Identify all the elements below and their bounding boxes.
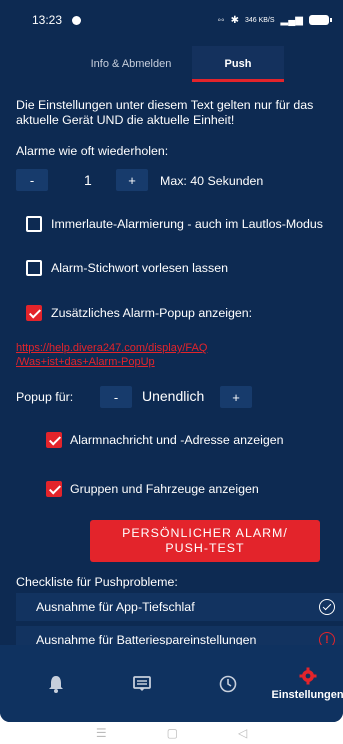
- gruppen-label: Gruppen und Fahrzeuge anzeigen: [70, 482, 259, 496]
- nav-alarms[interactable]: [28, 645, 84, 722]
- tab-push[interactable]: Push: [192, 46, 284, 82]
- checklist-item-tiefschlaf[interactable]: Ausnahme für App-Tiefschlaf: [16, 593, 343, 621]
- repeat-value: 1: [84, 172, 92, 188]
- check-circle-icon: [319, 599, 335, 615]
- popup-increment-button[interactable]: +: [220, 386, 252, 408]
- stichwort-label: Alarm-Stichwort vorlesen lassen: [51, 261, 228, 275]
- network-speed: 346 KB/S: [244, 16, 275, 24]
- vibrate-icon: ◦◦: [217, 14, 225, 26]
- immerlaute-checkbox[interactable]: [26, 216, 42, 232]
- app-screen: 13:23 ◦◦ ✱ 346 KB/S ▂▄▆ Info & Abmelden …: [0, 0, 343, 722]
- push-test-button[interactable]: PERSÖNLICHER ALARM/ PUSH-TEST: [90, 520, 320, 562]
- repeat-max-text: Max: 40 Sekunden: [160, 174, 264, 188]
- phone-frame: 13:23 ◦◦ ✱ 346 KB/S ▂▄▆ Info & Abmelden …: [0, 0, 343, 744]
- help-link[interactable]: https://help.divera247.com/display/FAQ /…: [16, 341, 316, 369]
- system-navigation-bar: ☰ ▢ ◁: [0, 722, 343, 744]
- repeat-decrement-button[interactable]: -: [16, 169, 48, 191]
- stichwort-checkbox[interactable]: [26, 260, 42, 276]
- nav-messages[interactable]: [114, 645, 170, 722]
- notification-icon: [72, 15, 82, 25]
- repeat-increment-button[interactable]: +: [116, 169, 148, 191]
- alarm-popup-label: Zusätzliches Alarm-Popup anzeigen:: [51, 306, 253, 320]
- status-bar: 13:23 ◦◦ ✱ 346 KB/S ▂▄▆: [0, 0, 343, 40]
- bottom-navigation: Einstellungen: [0, 645, 343, 722]
- tab-info-abmelden[interactable]: Info & Abmelden: [70, 46, 192, 82]
- home-icon[interactable]: ▢: [167, 726, 178, 740]
- popup-label: Popup für:: [16, 390, 74, 404]
- recents-icon[interactable]: ☰: [96, 726, 107, 740]
- nav-settings[interactable]: Einstellungen: [271, 645, 343, 722]
- checklist-item-label: Ausnahme für App-Tiefschlaf: [36, 600, 195, 614]
- alarmnachricht-checkbox[interactable]: [46, 432, 62, 448]
- battery-icon: [309, 15, 332, 25]
- message-icon: [133, 675, 151, 691]
- clock-icon: [219, 675, 237, 692]
- checklist-title: Checkliste für Pushprobleme:: [16, 575, 178, 589]
- gear-icon: [299, 667, 316, 684]
- repeat-label: Alarme wie oft wiederholen:: [16, 144, 169, 158]
- push-test-line2: PUSH-TEST: [165, 541, 245, 555]
- intro-text: Die Einstellungen unter diesem Text gelt…: [16, 98, 314, 127]
- signal-icon: ▂▄▆: [280, 14, 303, 26]
- bluetooth-icon: ✱: [230, 14, 239, 26]
- push-test-line1: PERSÖNLICHER ALARM/: [122, 526, 288, 540]
- bell-icon: [49, 675, 63, 693]
- immerlaute-label: Immerlaute-Alarmierung - auch im Lautlos…: [51, 217, 324, 231]
- gruppen-checkbox[interactable]: [46, 481, 62, 497]
- alarm-popup-checkbox[interactable]: [26, 305, 42, 321]
- alarmnachricht-label: Alarmnachricht und -Adresse anzeigen: [70, 433, 284, 447]
- back-icon[interactable]: ◁: [238, 726, 247, 740]
- status-time: 13:23: [32, 13, 63, 27]
- popup-decrement-button[interactable]: -: [100, 386, 132, 408]
- nav-settings-label: Einstellungen: [271, 688, 343, 701]
- nav-history[interactable]: [200, 645, 256, 722]
- tab-bar: Info & Abmelden Push: [0, 46, 343, 82]
- help-link-line1: https://help.divera247.com/display/FAQ: [16, 342, 208, 354]
- help-link-line2: /Was+ist+das+Alarm-PopUp: [16, 356, 155, 368]
- popup-value: Unendlich: [142, 388, 205, 404]
